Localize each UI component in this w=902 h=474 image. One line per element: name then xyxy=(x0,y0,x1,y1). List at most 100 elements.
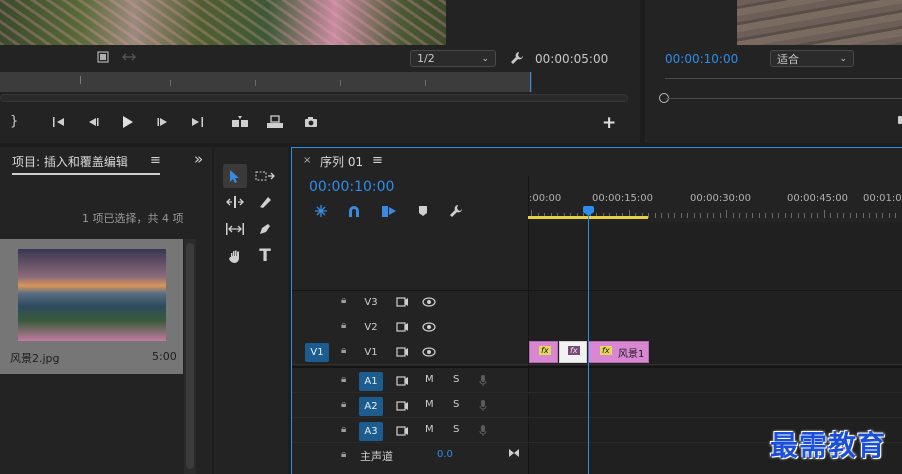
ruler-tick xyxy=(700,213,701,218)
wrench-icon[interactable] xyxy=(510,51,524,65)
solo-button[interactable]: S xyxy=(453,424,459,435)
lock-icon[interactable]: 🔒︎ xyxy=(341,399,346,410)
source-time-ruler[interactable] xyxy=(0,72,532,92)
insert-icon[interactable] xyxy=(231,115,249,129)
project-scrollbar-thumb[interactable] xyxy=(186,243,194,469)
master-volume[interactable]: 0.0 xyxy=(437,449,453,460)
ruler-tick xyxy=(726,210,727,218)
go-to-out-icon[interactable] xyxy=(190,116,204,128)
lock-icon[interactable]: 🔒︎ xyxy=(341,295,346,306)
sync-lock-icon[interactable] xyxy=(396,401,409,411)
ruler-tick xyxy=(869,213,870,218)
overwrite-icon[interactable] xyxy=(266,115,284,129)
linked-selection-icon[interactable] xyxy=(381,205,397,218)
microphone-icon[interactable] xyxy=(479,399,487,412)
ruler-tick xyxy=(693,213,695,218)
ruler-tick xyxy=(745,213,747,218)
film-icon[interactable] xyxy=(97,51,109,63)
razor-tool[interactable] xyxy=(253,190,277,214)
clip[interactable]: fx 风景1 xyxy=(588,341,649,363)
solo-button[interactable]: S xyxy=(453,399,459,410)
track-label-a3[interactable]: A3 xyxy=(359,422,383,441)
mute-button[interactable]: M xyxy=(425,399,434,410)
row-line xyxy=(292,392,902,393)
play-icon[interactable] xyxy=(120,115,134,129)
wrench-icon[interactable] xyxy=(449,204,463,218)
ruler-tick xyxy=(661,213,662,218)
program-timeline-line xyxy=(665,78,902,79)
panel-menu-icon[interactable]: ≡ xyxy=(372,153,383,168)
mute-button[interactable]: M xyxy=(425,424,434,435)
lock-icon[interactable]: 🔒︎ xyxy=(341,320,346,331)
microphone-icon[interactable] xyxy=(479,374,487,387)
close-icon[interactable]: × xyxy=(303,155,311,166)
button-editor-plus-icon[interactable]: + xyxy=(602,113,616,133)
ruler-label: 00:00:15:00 xyxy=(592,193,654,204)
zoom-select[interactable]: 适合 ⌄ xyxy=(770,50,854,67)
sequence-tab-label[interactable]: 序列 01 xyxy=(320,153,363,170)
microphone-icon[interactable] xyxy=(479,424,487,437)
ruler-tick xyxy=(830,213,831,218)
step-forward-icon[interactable] xyxy=(156,116,170,128)
sync-lock-icon[interactable] xyxy=(396,347,409,357)
track-label-a1[interactable]: A1 xyxy=(359,372,383,391)
track-label-a2[interactable]: A2 xyxy=(359,397,383,416)
go-to-in-icon[interactable] xyxy=(52,116,66,128)
lock-icon[interactable]: 🔒︎ xyxy=(341,449,346,460)
add-marker-icon[interactable] xyxy=(418,205,428,217)
drag-audio-icon[interactable] xyxy=(122,52,136,62)
pen-tool[interactable] xyxy=(253,217,277,241)
eye-icon[interactable] xyxy=(422,322,436,332)
playhead-line[interactable] xyxy=(588,206,589,474)
type-tool[interactable]: T xyxy=(253,244,277,268)
ruler-tick xyxy=(680,213,682,218)
mark-out-icon[interactable]: } xyxy=(10,114,18,129)
program-scrub-line[interactable] xyxy=(665,98,902,99)
track-label-v3[interactable]: V3 xyxy=(359,293,383,312)
program-timecode[interactable]: 00:00:10:00 xyxy=(665,52,738,66)
ruler-tick xyxy=(784,213,786,218)
ruler-tick xyxy=(797,213,799,218)
clip-selected[interactable]: fx xyxy=(559,341,587,363)
source-patch-v1[interactable]: V1 xyxy=(305,343,329,362)
snap-magnet-icon[interactable] xyxy=(347,205,361,218)
track-lane-v1: fx fx fx 风景1 xyxy=(529,340,902,364)
project-item-card[interactable]: 风景2.jpg 5:00 xyxy=(0,239,183,374)
lock-icon[interactable]: 🔒︎ xyxy=(341,345,346,356)
master-go-to-icon[interactable] xyxy=(508,448,520,458)
source-zoom-scrollbar[interactable] xyxy=(0,94,628,102)
item-duration: 5:00 xyxy=(152,350,177,363)
track-select-tool[interactable] xyxy=(253,164,277,188)
ruler-tick xyxy=(654,213,656,218)
mute-button[interactable]: M xyxy=(425,374,434,385)
lock-icon[interactable]: 🔒︎ xyxy=(341,424,346,435)
ruler-tick xyxy=(719,213,721,218)
hand-tool[interactable] xyxy=(223,244,247,268)
slip-tool[interactable] xyxy=(223,217,247,241)
project-tab[interactable]: 项目: 插入和覆盖编辑 xyxy=(12,153,160,175)
eye-icon[interactable] xyxy=(422,347,436,357)
sync-lock-icon[interactable] xyxy=(396,297,409,307)
track-header-a3: 🔒︎ A3 M S xyxy=(292,419,528,443)
sync-lock-icon[interactable] xyxy=(396,426,409,436)
lock-icon[interactable]: 🔒︎ xyxy=(341,374,346,385)
eye-icon[interactable] xyxy=(422,297,436,307)
step-back-icon[interactable] xyxy=(86,116,100,128)
ripple-edit-tool[interactable] xyxy=(223,190,247,214)
sync-lock-icon[interactable] xyxy=(396,376,409,386)
track-label-v2[interactable]: V2 xyxy=(359,318,383,337)
camera-icon[interactable] xyxy=(304,116,318,128)
solo-button[interactable]: S xyxy=(453,374,459,385)
panel-menu-icon[interactable]: ≡ xyxy=(150,153,161,168)
expand-panels-icon[interactable]: » xyxy=(194,150,203,168)
sync-lock-icon[interactable] xyxy=(396,322,409,332)
ruler-tick xyxy=(706,213,708,218)
chevron-down-icon: ⌄ xyxy=(481,53,489,64)
resolution-select[interactable]: 1/2 ⌄ xyxy=(410,50,496,67)
sequence-timecode[interactable]: 00:00:10:00 xyxy=(309,179,394,195)
clip[interactable]: fx xyxy=(529,341,558,363)
ruler-tick xyxy=(791,213,792,218)
track-label-v1[interactable]: V1 xyxy=(359,343,383,362)
nest-toggle-icon[interactable] xyxy=(314,204,328,218)
selection-tool[interactable] xyxy=(223,164,247,188)
